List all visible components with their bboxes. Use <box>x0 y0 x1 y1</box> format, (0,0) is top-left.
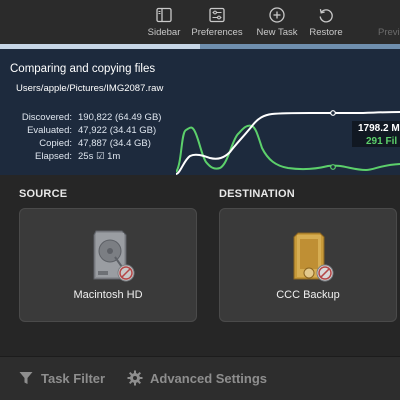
restore-button[interactable]: Restore <box>306 6 346 42</box>
advanced-settings-label: Advanced Settings <box>150 371 268 386</box>
sliders-icon <box>209 7 225 23</box>
stat-row-elapsed: Elapsed: 25s ☑ 1m <box>16 150 161 163</box>
rate-readout: 1798.2 M 291 Fil <box>352 121 400 147</box>
stat-key: Evaluated: <box>27 125 72 136</box>
bottom-bar: Task Filter Advanced Settings <box>0 357 400 400</box>
destination-volume-name: CCC Backup <box>276 289 340 301</box>
destination-heading: DESTINATION <box>219 188 295 200</box>
stat-row-copied: Copied: 47,887 (34.4 GB) <box>16 137 161 150</box>
data-rate-value: 1798.2 M <box>358 123 400 134</box>
filter-icon <box>19 372 33 384</box>
toolbar: Sidebar Preferences New Task Restore Pre… <box>0 0 400 44</box>
source-volume-name: Macintosh HD <box>73 289 143 301</box>
stats-list: Discovered: 190,822 (64.49 GB) Evaluated:… <box>16 111 162 163</box>
current-file-path: Users/apple/Pictures/IMG2087.raw <box>16 83 164 94</box>
stat-key: Discovered: <box>21 112 72 123</box>
preview-button[interactable]: Previ <box>378 6 400 42</box>
preferences-button-label: Preferences <box>191 27 243 38</box>
source-heading: SOURCE <box>19 188 68 200</box>
stat-value: 47,922 (34.41 GB) <box>78 125 157 136</box>
source-volume-card[interactable]: Macintosh HD <box>19 208 197 322</box>
stat-row-evaluated: Evaluated: 47,922 (34.41 GB) <box>16 124 161 137</box>
stat-value: 190,822 (64.49 GB) <box>78 112 162 123</box>
preview-icon <box>389 6 400 24</box>
stat-value: 47,887 (34.4 GB) <box>78 138 151 149</box>
stat-key: Copied: <box>39 138 72 149</box>
files-rate-value: 291 Fil <box>366 136 398 147</box>
task-status-panel: Comparing and copying files Users/apple/… <box>0 49 400 175</box>
task-filter-button[interactable]: Task Filter <box>18 370 105 386</box>
stat-row-discovered: Discovered: 190,822 (64.49 GB) <box>16 111 162 124</box>
new-task-button-label: New Task <box>256 27 298 38</box>
plus-circle-icon <box>269 7 285 23</box>
task-filter-label: Task Filter <box>41 371 106 386</box>
data-rate-marker <box>330 110 336 116</box>
sidebar-button-label: Sidebar <box>147 27 181 38</box>
restore-button-label: Restore <box>309 27 343 38</box>
sidebar-button[interactable]: Sidebar <box>144 6 184 42</box>
restore-arrow-icon <box>319 9 333 23</box>
new-task-button[interactable]: New Task <box>254 6 300 42</box>
stat-key: Elapsed: <box>35 151 72 162</box>
sidebar-icon <box>156 7 172 23</box>
gear-icon <box>127 370 143 386</box>
hard-drive-icon <box>93 230 135 282</box>
files-rate-marker <box>330 164 336 170</box>
external-drive-icon <box>293 232 334 282</box>
destination-volume-card[interactable]: CCC Backup <box>219 208 397 322</box>
preferences-button[interactable]: Preferences <box>189 6 245 42</box>
preview-button-label: Previ <box>378 27 400 38</box>
status-title: Comparing and copying files <box>10 63 156 75</box>
stat-value: 25s ☑ 1m <box>78 151 121 162</box>
advanced-settings-button[interactable]: Advanced Settings <box>127 370 267 386</box>
